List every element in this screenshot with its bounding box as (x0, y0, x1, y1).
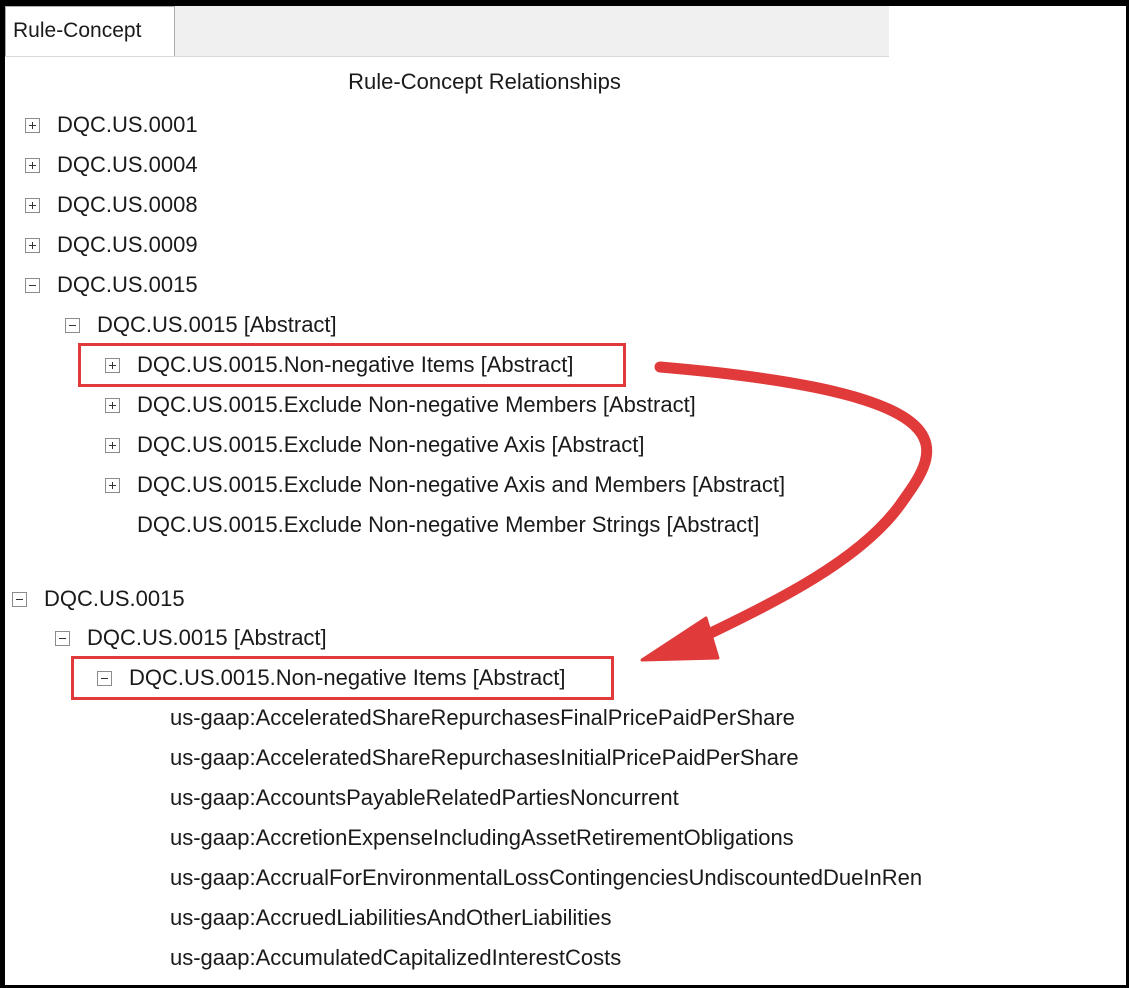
arrow-curve (654, 361, 933, 649)
arrow-head-icon (640, 616, 720, 662)
annotation-arrow (640, 361, 933, 662)
